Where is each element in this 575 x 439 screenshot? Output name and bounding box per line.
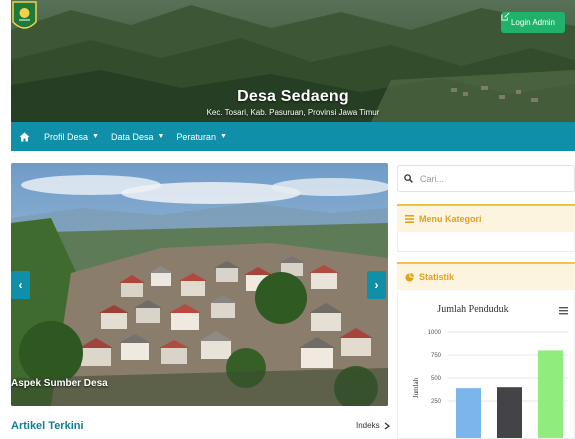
latest-articles-heading: Artikel Terkini <box>11 420 84 432</box>
chart-bar[interactable] <box>456 388 481 439</box>
nav-label: Peraturan <box>176 131 216 142</box>
chart-plot-area: 250 500 750 1000 Jumlah <box>412 330 568 439</box>
chevron-down-icon: ▼ <box>219 133 227 140</box>
y-tick-label: 250 <box>431 399 442 405</box>
menu-kategori-title: Menu Kategori <box>419 214 482 224</box>
statistik-panel-header: Statistik <box>397 262 575 290</box>
nav-label: Profil Desa <box>44 131 89 142</box>
y-tick-label: 750 <box>431 353 442 359</box>
header-banner: Login Admin Desa Sedaeng Kec. Tosari, Ka… <box>11 0 575 122</box>
slider-next-button[interactable]: › <box>367 271 386 299</box>
edit-icon <box>501 12 510 21</box>
chevron-down-icon: ▼ <box>157 133 165 140</box>
search-placeholder: Cari... <box>420 173 445 184</box>
nav-label: Data Desa <box>110 131 154 142</box>
chart-bar[interactable] <box>497 387 522 439</box>
index-link[interactable]: Indeks <box>356 421 390 430</box>
nav-item-data-desa[interactable]: Data Desa ▼ <box>111 132 164 142</box>
list-icon <box>405 215 414 223</box>
village-slide-image <box>11 163 388 406</box>
y-axis-label: Jumlah <box>412 377 420 398</box>
menu-kategori-body <box>397 232 575 252</box>
chevron-right-icon: › <box>374 278 379 292</box>
search-box[interactable]: Cari... <box>397 165 575 192</box>
nav-item-peraturan[interactable]: Peraturan ▼ <box>176 132 226 142</box>
chevron-down-icon: ▼ <box>92 133 99 140</box>
chevron-left-icon: ‹ <box>18 278 23 292</box>
village-address: Kec. Tosari, Kab. Pasuruan, Provinsi Jaw… <box>206 108 380 117</box>
main-navbar: Profil Desa ▼ Data Desa ▼ Peraturan ▼ <box>11 122 575 151</box>
menu-kategori-panel-header: Menu Kategori <box>397 204 575 232</box>
y-tick-label: 1000 <box>428 330 442 336</box>
chevron-right-icon <box>384 421 390 430</box>
population-chart: Jumlah Penduduk 250 500 750 1000 Jumlah <box>397 292 575 439</box>
login-admin-label: Login Admin <box>510 18 555 27</box>
login-admin-button[interactable]: Login Admin <box>500 12 565 33</box>
chart-bar[interactable] <box>538 350 563 439</box>
statistik-title: Statistik <box>419 272 455 282</box>
y-tick-label: 500 <box>431 376 442 382</box>
slider-prev-button[interactable]: ‹ <box>11 271 30 299</box>
nav-item-profil-desa[interactable]: Profil Desa ▼ <box>44 132 99 142</box>
index-label: Indeks <box>356 421 380 430</box>
pie-chart-icon <box>405 272 414 282</box>
slide-caption: Aspek Sumber Desa <box>11 378 108 389</box>
home-icon[interactable] <box>19 132 30 142</box>
image-slider[interactable] <box>11 163 388 406</box>
village-title: Desa Sedaeng <box>237 88 349 105</box>
regency-crest-logo <box>12 1 37 29</box>
search-icon <box>404 174 413 183</box>
